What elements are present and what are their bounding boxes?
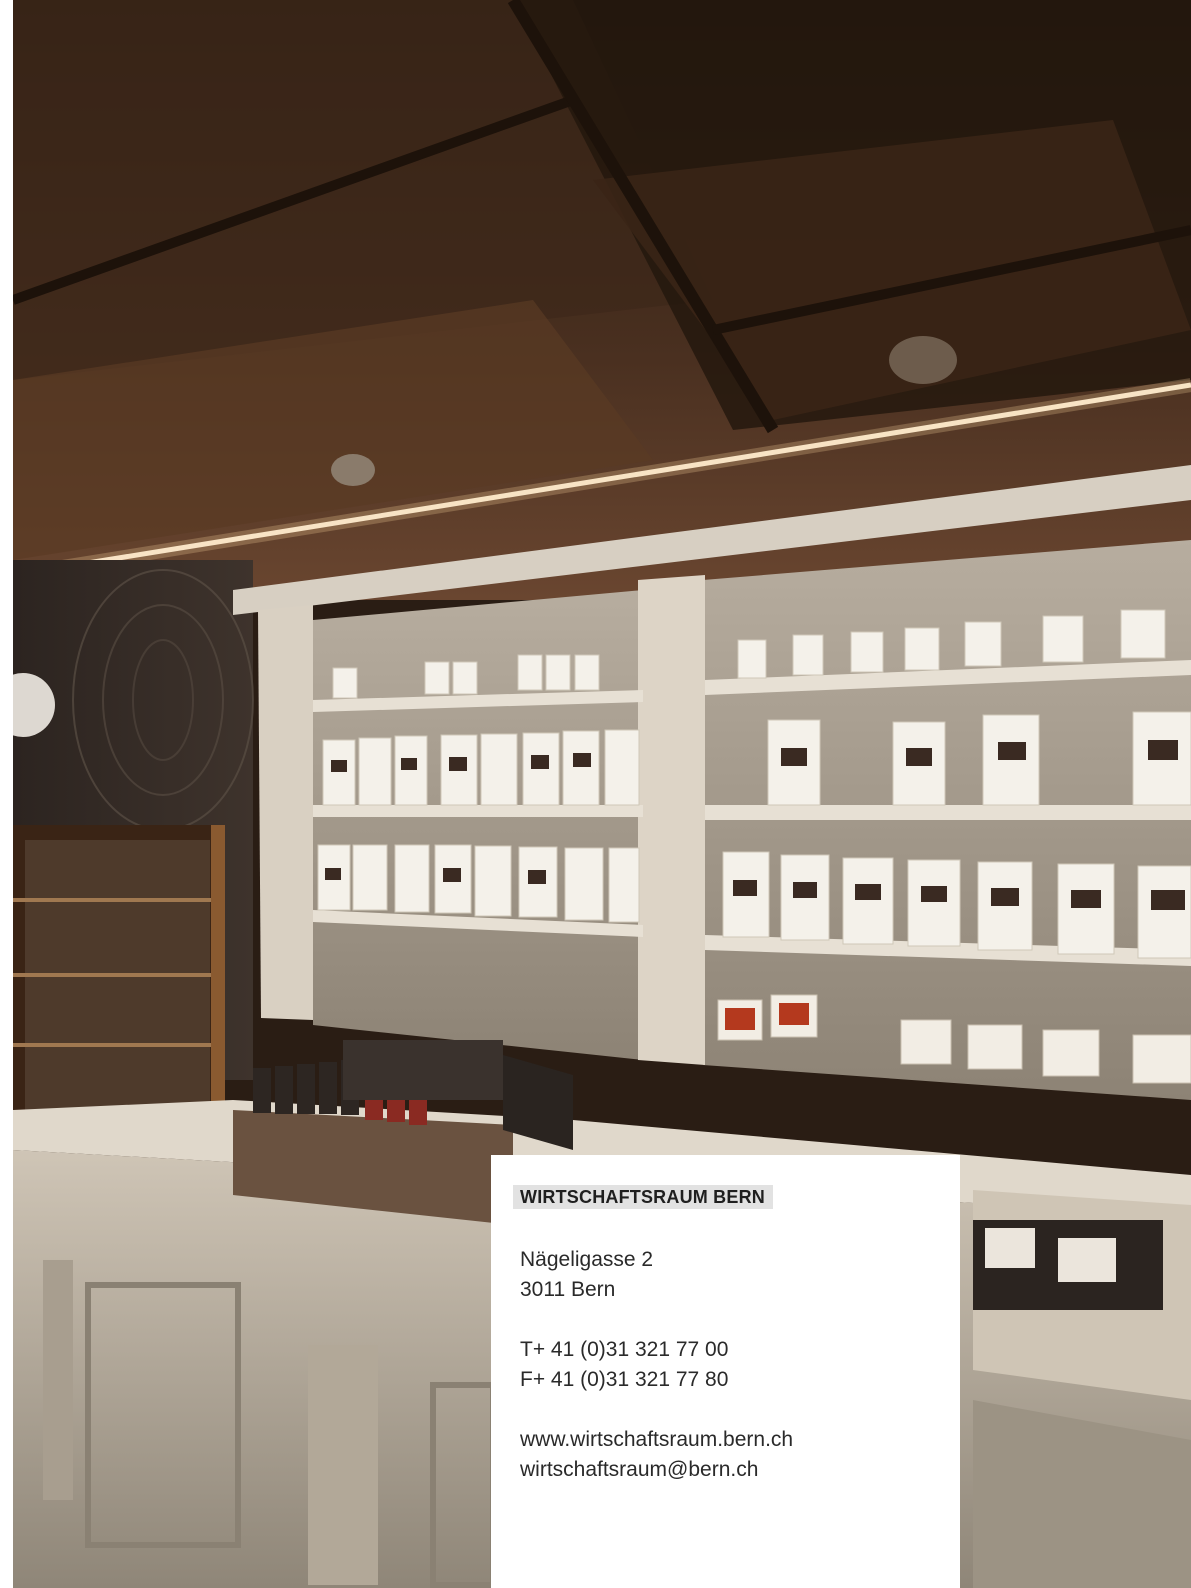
phone-number: T+ 41 (0)31 321 77 00: [520, 1338, 729, 1361]
shelf-pillar-center: [638, 575, 705, 1065]
card-heading: WIRTSCHAFTSRAUM BERN: [513, 1185, 773, 1209]
fax-number: F+ 41 (0)31 321 77 80: [520, 1368, 729, 1391]
city-postcode: 3011 Bern: [520, 1278, 616, 1301]
street-address: Nägeligasse 2: [520, 1248, 654, 1271]
contact-info-card: WIRTSCHAFTSRAUM BERN Nägeligasse 2 3011 …: [491, 1155, 960, 1588]
email-link[interactable]: wirtschaftsraum@bern.ch: [520, 1455, 960, 1485]
website-link[interactable]: www.wirtschaftsraum.bern.ch: [520, 1425, 960, 1455]
shelf-pillar-left: [258, 605, 313, 1020]
address-block: Nägeligasse 2 3011 Bern: [520, 1245, 960, 1305]
web-block: www.wirtschaftsraum.bern.ch wirtschaftsr…: [520, 1425, 960, 1485]
phone-block: T+ 41 (0)31 321 77 00 F+ 41 (0)31 321 77…: [520, 1335, 960, 1395]
